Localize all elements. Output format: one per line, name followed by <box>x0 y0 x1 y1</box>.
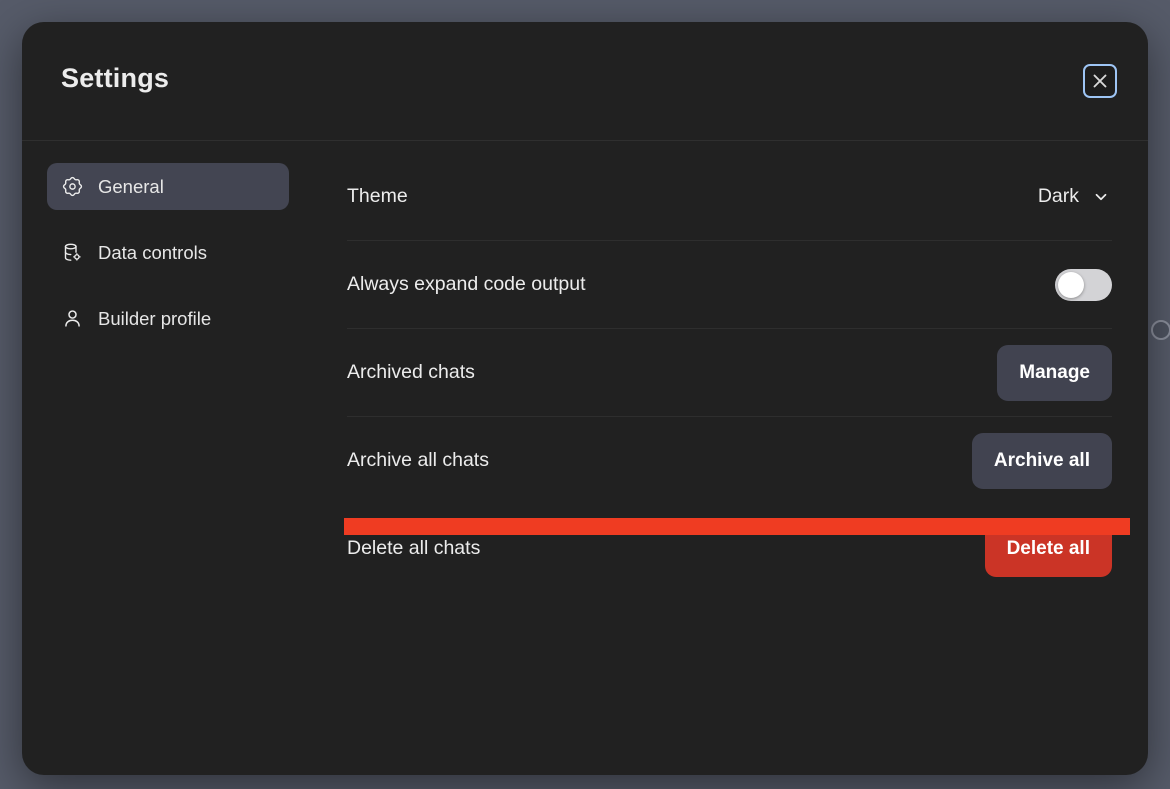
sidebar-item-label: Builder profile <box>98 308 211 330</box>
setting-label-expand-code-output: Always expand code output <box>347 273 586 296</box>
database-gear-icon <box>61 242 83 264</box>
expand-code-output-toggle[interactable] <box>1055 269 1112 301</box>
theme-select-value: Dark <box>1038 185 1079 208</box>
manage-button[interactable]: Manage <box>997 345 1112 401</box>
sidebar-item-builder-profile[interactable]: Builder profile <box>47 295 289 342</box>
person-icon <box>61 308 83 330</box>
settings-sidebar: General Data controls <box>22 153 303 775</box>
close-icon <box>1091 72 1109 90</box>
setting-row-archive-all-chats: Archive all chats Archive all <box>347 417 1112 505</box>
sidebar-item-data-controls[interactable]: Data controls <box>47 229 289 276</box>
setting-row-expand-code-output: Always expand code output <box>347 241 1112 329</box>
setting-label-archive-all-chats: Archive all chats <box>347 449 489 472</box>
sidebar-item-label: Data controls <box>98 242 207 264</box>
modal-header: Settings <box>22 22 1148 141</box>
sidebar-item-label: General <box>98 176 164 198</box>
settings-modal: Settings General <box>22 22 1148 775</box>
archive-all-button[interactable]: Archive all <box>972 433 1112 489</box>
sidebar-item-general[interactable]: General <box>47 163 289 210</box>
chevron-down-icon <box>1092 188 1110 206</box>
setting-label-delete-all-chats: Delete all chats <box>347 537 480 560</box>
setting-row-theme: Theme Dark <box>347 153 1112 241</box>
settings-panel: Theme Dark Always expand code output <box>303 153 1148 775</box>
red-highlight-annotation <box>344 518 1130 535</box>
close-button[interactable] <box>1083 64 1117 98</box>
edge-indicator-dot <box>1151 320 1170 340</box>
theme-select[interactable]: Dark <box>1038 185 1112 208</box>
setting-label-archived-chats: Archived chats <box>347 361 475 384</box>
setting-label-theme: Theme <box>347 185 408 208</box>
setting-row-archived-chats: Archived chats Manage <box>347 329 1112 417</box>
toggle-knob <box>1058 272 1084 298</box>
modal-body: General Data controls <box>22 141 1148 775</box>
gear-icon <box>61 176 83 198</box>
page-title: Settings <box>61 63 169 94</box>
